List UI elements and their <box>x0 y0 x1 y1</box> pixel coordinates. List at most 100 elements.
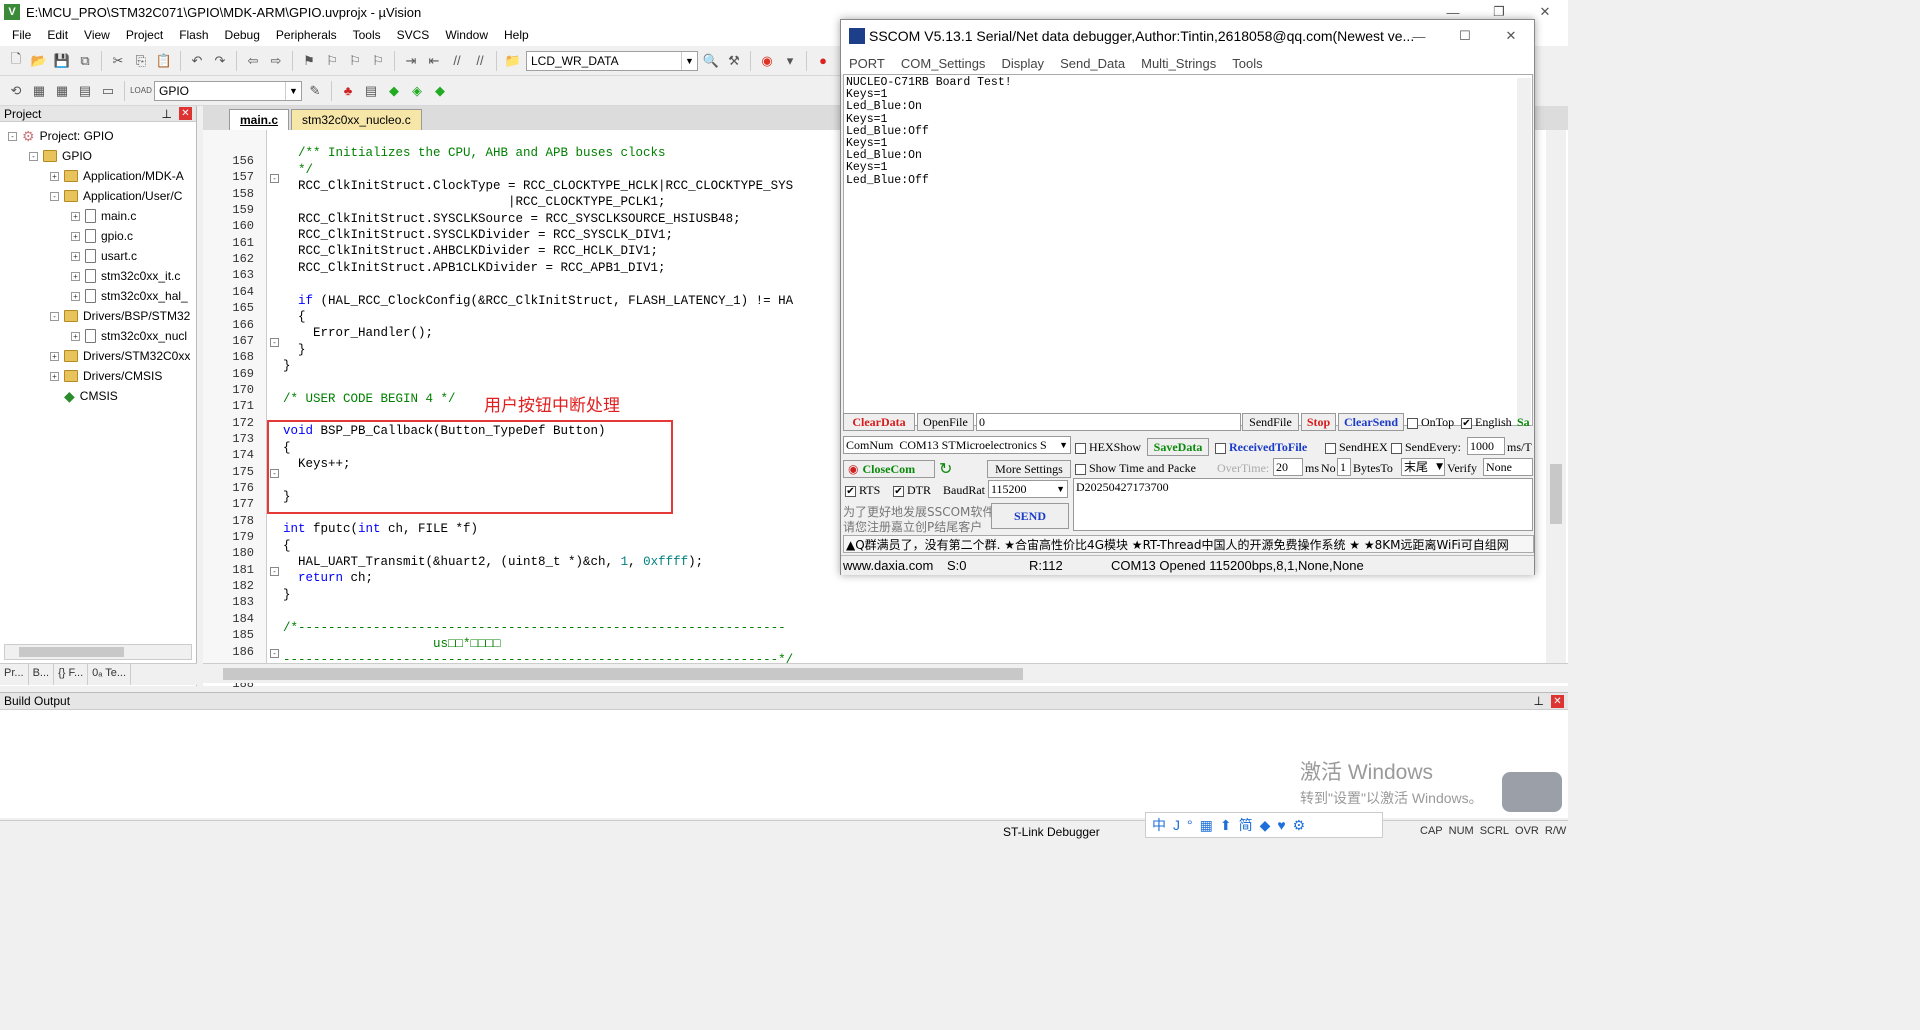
tree-expander-icon[interactable]: + <box>50 171 59 181</box>
find-icon[interactable]: 🔍 <box>701 51 721 71</box>
tree-item[interactable]: - ⚙ Project: GPIO <box>8 126 114 146</box>
ime-toolbar[interactable]: 中 J ° ▦ ⬆ 简 ◆ ♥ ⚙ <box>1145 812 1383 838</box>
sscom-menu-send-data[interactable]: Send_Data <box>1052 56 1133 71</box>
ime-icon[interactable]: ° <box>1187 817 1193 833</box>
redo-icon[interactable]: ↷ <box>210 51 230 71</box>
sscom-menu-multi-strings[interactable]: Multi_Strings <box>1133 56 1224 71</box>
sscom-menu-display[interactable]: Display <box>993 56 1052 71</box>
sscom-close-button[interactable]: ✕ <box>1488 24 1534 48</box>
chevron-down-icon[interactable]: ▼ <box>1056 481 1065 497</box>
sscom-menu-com-settings[interactable]: COM_Settings <box>893 56 994 71</box>
sscom-menu-port[interactable]: PORT <box>841 56 893 71</box>
tree-item[interactable]: + stm32c0xx_hal_ <box>71 286 188 306</box>
tree-item[interactable]: + stm32c0xx_it.c <box>71 266 180 286</box>
menu-item-debug[interactable]: Debug <box>217 28 268 42</box>
tree-expander-icon[interactable]: + <box>71 231 80 241</box>
editor-hscroll[interactable] <box>203 663 1568 683</box>
menu-item-tools[interactable]: Tools <box>345 28 389 42</box>
find-combo[interactable]: LCD_WR_DATA ▼ <box>526 50 698 71</box>
menu-item-edit[interactable]: Edit <box>39 28 76 42</box>
target-options-icon[interactable]: ✎ <box>305 81 325 101</box>
bytesto-combo[interactable]: 末尾 ▼ <box>1401 458 1445 476</box>
send-text-input[interactable]: D20250427173700 <box>1073 478 1533 531</box>
target-combo[interactable]: GPIO ▼ <box>154 80 302 101</box>
uncomment-icon[interactable]: // <box>470 51 490 71</box>
menu-item-window[interactable]: Window <box>437 28 496 42</box>
no-input[interactable]: 1 <box>1337 458 1351 476</box>
unindent-icon[interactable]: ⇤ <box>424 51 444 71</box>
tree-expander-icon[interactable]: + <box>71 271 80 281</box>
tree-expander-icon[interactable]: - <box>50 191 59 201</box>
dropdown-icon[interactable]: ▾ <box>780 51 800 71</box>
copy-icon[interactable]: ⎘ <box>131 51 151 71</box>
find-in-files-icon[interactable]: 📁 <box>503 51 523 71</box>
chevron-down-icon[interactable]: ▼ <box>1059 437 1068 453</box>
close-icon[interactable]: ✕ <box>179 107 192 120</box>
pack-installer-icon[interactable]: ◆ <box>384 81 404 101</box>
tree-expander-icon[interactable]: - <box>29 151 38 161</box>
tree-item[interactable]: - GPIO <box>29 146 92 166</box>
ime-icon[interactable]: ⚙ <box>1293 817 1306 834</box>
project-tab[interactable]: B... <box>29 664 55 685</box>
tree-item[interactable]: + stm32c0xx_nucl <box>71 326 187 346</box>
breakpoint-icon[interactable]: ● <box>813 51 833 71</box>
save-icon[interactable]: 💾 <box>52 51 72 71</box>
project-tab[interactable]: 0ₐ Te... <box>88 664 132 685</box>
menu-item-file[interactable]: File <box>4 28 39 42</box>
close-com-button[interactable]: ◉ CloseCom <box>843 460 935 478</box>
tree-item[interactable]: + usart.c <box>71 246 137 266</box>
received-to-file-checkbox[interactable]: ReceivedToFile <box>1215 440 1307 455</box>
ime-icon[interactable]: ▦ <box>1200 817 1213 834</box>
pin-icon[interactable]: ⊥ <box>162 106 172 122</box>
receive-area[interactable]: NUCLEO-C71RB Board Test! Keys=1 Led_Blue:O… <box>843 74 1533 426</box>
tree-item[interactable]: + Application/MDK-A <box>50 166 184 186</box>
fold-toggle-icon[interactable]: - <box>270 174 279 184</box>
pin-icon[interactable]: ⊥ <box>1534 693 1544 710</box>
nav-back-icon[interactable]: ⇦ <box>243 51 263 71</box>
tree-expander-icon[interactable]: + <box>50 371 59 381</box>
save-all-icon[interactable]: ⧉ <box>75 51 95 71</box>
clear-data-button[interactable]: ClearData <box>843 413 915 431</box>
build-icon[interactable]: ▦ <box>29 81 49 101</box>
nav-forward-icon[interactable]: ⇨ <box>266 51 286 71</box>
ime-icon[interactable]: ⬆ <box>1220 817 1232 834</box>
tree-expander-icon[interactable]: - <box>8 131 17 141</box>
send-button[interactable]: SEND <box>991 503 1069 529</box>
menu-item-svcs[interactable]: SVCS <box>389 28 438 42</box>
open-file-icon[interactable]: 📂 <box>29 51 49 71</box>
chevron-down-icon[interactable]: ▼ <box>1436 459 1443 475</box>
baudrate-combo[interactable]: 115200 ▼ <box>988 480 1068 498</box>
menu-item-peripherals[interactable]: Peripherals <box>268 28 345 42</box>
website-link[interactable]: www.daxia.com <box>843 558 933 573</box>
tree-item[interactable]: + Drivers/STM32C0xx <box>50 346 190 366</box>
menu-item-view[interactable]: View <box>76 28 118 42</box>
comment-icon[interactable]: // <box>447 51 467 71</box>
ime-icon[interactable]: ◆ <box>1260 817 1271 834</box>
tree-item[interactable]: - Application/User/C <box>50 186 182 206</box>
ime-icon[interactable]: J <box>1173 817 1180 833</box>
more-settings-button[interactable]: More Settings <box>987 460 1071 478</box>
tree-item[interactable]: + Drivers/CMSIS <box>50 366 162 386</box>
bookmark-prev-icon[interactable]: ⚐ <box>322 51 342 71</box>
fold-toggle-icon[interactable]: - <box>270 337 279 347</box>
chevron-down-icon[interactable]: ▼ <box>285 81 301 100</box>
tree-expander-icon[interactable]: - <box>50 311 59 321</box>
comnum-combo[interactable]: ComNum COM13 STMicroelectronics S ▼ <box>843 436 1071 454</box>
ime-icon[interactable]: 简 <box>1239 815 1253 835</box>
incremental-find-icon[interactable]: ⚒ <box>724 51 744 71</box>
debug-session-icon[interactable]: ◉ <box>757 51 777 71</box>
sscom-menu-tools[interactable]: Tools <box>1224 56 1270 71</box>
ime-icon[interactable]: ♥ <box>1277 817 1285 833</box>
project-hscroll[interactable] <box>4 644 192 660</box>
rts-checkbox[interactable]: ✔ RTS <box>845 483 880 498</box>
batch-build-icon[interactable]: ▤ <box>75 81 95 101</box>
rebuild-icon[interactable]: ▦ <box>52 81 72 101</box>
editor-tab[interactable]: main.c <box>229 109 290 130</box>
tree-item[interactable]: ◆ CMSIS <box>50 386 118 406</box>
bookmark-next-icon[interactable]: ⚐ <box>345 51 365 71</box>
translate-icon[interactable]: ⟲ <box>6 81 26 101</box>
manage-components-icon[interactable]: ♣ <box>338 81 358 101</box>
select-software-packs-icon[interactable]: ◈ <box>407 81 427 101</box>
tree-item[interactable]: + gpio.c <box>71 226 133 246</box>
dtr-checkbox[interactable]: ✔ DTR <box>893 483 931 498</box>
